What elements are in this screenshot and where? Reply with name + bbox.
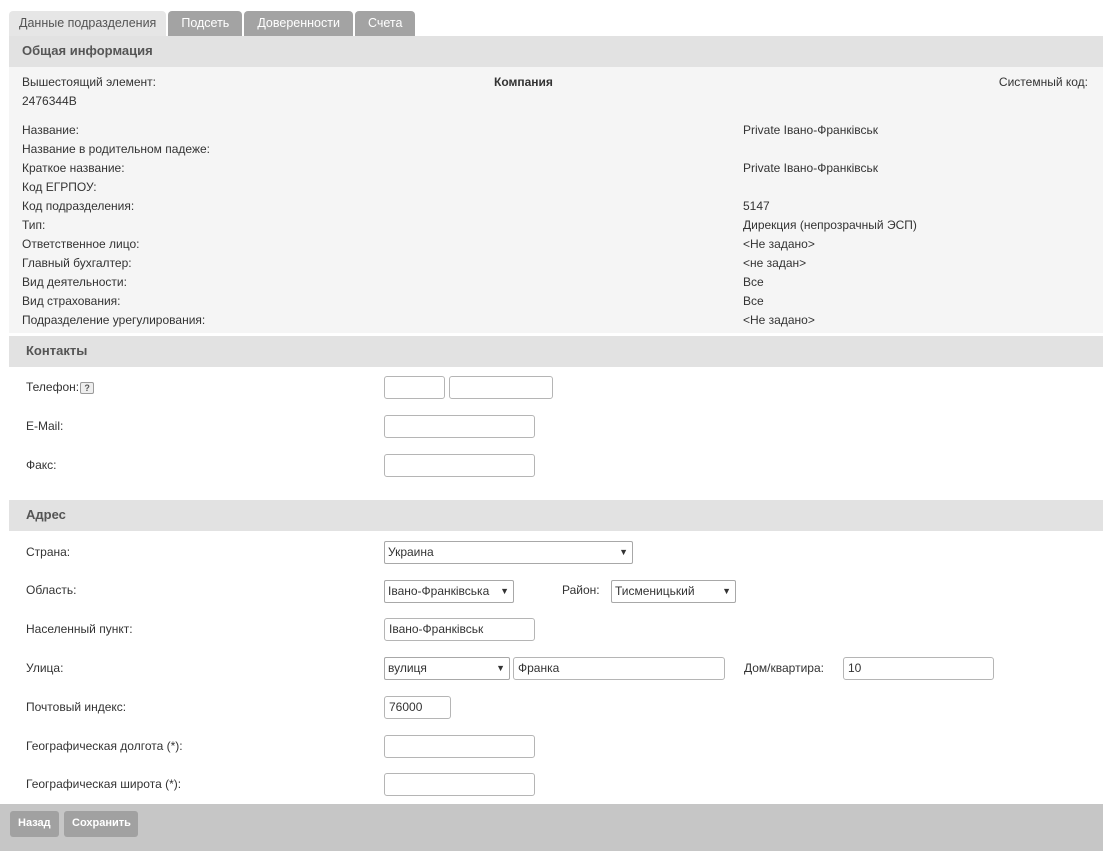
country-label: Страна: (26, 545, 71, 559)
tab-accounts[interactable]: Счета (354, 11, 416, 36)
street-input[interactable]: Франка (513, 657, 725, 680)
info-row-value: 5147 (743, 199, 770, 213)
info-row-label: Название в родительном падеже: (22, 142, 210, 156)
settlement-label: Населенный пункт: (26, 622, 133, 636)
info-row: Подразделение урегулирования: <Не задано> (9, 313, 1103, 332)
info-row-value: Дирекция (непрозрачный ЭСП) (743, 218, 917, 232)
phone-label-text: Телефон: (26, 380, 80, 394)
tab-bar: Данные подразделения Подсеть Доверенност… (9, 11, 416, 36)
contacts-header: Контакты (9, 336, 1103, 367)
footer-bar: Назад Сохранить (0, 804, 1103, 851)
region-select-value: Івано-Франківська (388, 584, 490, 598)
info-row-value: Все (743, 275, 764, 289)
house-label: Дом/квартира: (744, 661, 824, 675)
info-row: Тип: Дирекция (непрозрачный ЭСП) (9, 218, 1103, 237)
info-row-label: Вид деятельности: (22, 275, 127, 289)
street-type-select-value: вулиця (388, 661, 427, 675)
info-row-value: Private Івано-Франківськ (743, 161, 878, 175)
tab-subnet[interactable]: Подсеть (168, 11, 243, 36)
district-label: Район: (562, 583, 600, 597)
country-select-value: Украина (388, 545, 434, 559)
info-row-label: Тип: (22, 218, 46, 232)
general-info-panel: Вышестоящий элемент: 2476344B Компания С… (9, 67, 1103, 333)
fax-input[interactable] (384, 454, 535, 477)
chevron-down-icon: ▼ (619, 547, 628, 557)
tab-unit-data[interactable]: Данные подразделения (9, 11, 167, 36)
longitude-label: Географическая долгота (*): (26, 739, 183, 753)
info-row: Вид страхования: Все (9, 294, 1103, 313)
longitude-input[interactable] (384, 735, 535, 758)
info-row-label: Ответственное лицо: (22, 237, 140, 251)
fax-label: Факс: (26, 458, 57, 472)
system-code-label: Системный код: (998, 75, 1088, 89)
back-button[interactable]: Назад (10, 811, 59, 837)
company-label: Компания (494, 75, 553, 89)
phone-code-input[interactable] (384, 376, 445, 399)
chevron-down-icon: ▼ (500, 586, 509, 596)
info-row-label: Название: (22, 123, 79, 137)
settlement-input[interactable]: Івано-Франківськ (384, 618, 535, 641)
info-row: Краткое название: Private Івано-Франківсь… (9, 161, 1103, 180)
info-row: Вид деятельности: Все (9, 275, 1103, 294)
parent-element-label: Вышестоящий элемент: (22, 75, 156, 89)
general-info-header: Общая информация (9, 36, 1103, 67)
email-label: E-Mail: (26, 419, 64, 433)
info-row-value: Private Івано-Франківськ (743, 123, 878, 137)
street-label: Улица: (26, 661, 64, 675)
region-label: Область: (26, 583, 77, 597)
postal-code-input[interactable]: 76000 (384, 696, 451, 719)
chevron-down-icon: ▼ (496, 663, 505, 673)
email-input[interactable] (384, 415, 535, 438)
tab-powers-of-attorney[interactable]: Доверенности (244, 11, 353, 36)
info-row: Название в родительном падеже: (9, 142, 1103, 161)
info-row-label: Подразделение урегулирования: (22, 313, 206, 327)
district-select-value: Тисменицький (615, 584, 695, 598)
house-input[interactable]: 10 (843, 657, 994, 680)
info-row: Ответственное лицо: <Не задано> (9, 237, 1103, 256)
info-row: Название: Private Івано-Франківськ (9, 123, 1103, 142)
info-row-value: <Не задано> (743, 313, 815, 327)
info-row-label: Вид страхования: (22, 294, 121, 308)
info-row-label: Краткое название: (22, 161, 125, 175)
district-select[interactable]: Тисменицький ▼ (611, 580, 736, 603)
region-select[interactable]: Івано-Франківська ▼ (384, 580, 514, 603)
info-row-label: Главный бухгалтер: (22, 256, 132, 270)
parent-element-value: 2476344B (22, 94, 77, 108)
address-header: Адрес (9, 500, 1103, 531)
street-type-select[interactable]: вулиця ▼ (384, 657, 510, 680)
country-select[interactable]: Украина ▼ (384, 541, 633, 564)
latitude-label: Географическая широта (*): (26, 777, 182, 791)
info-row-label: Код подразделения: (22, 199, 135, 213)
info-row-value: <Не задано> (743, 237, 815, 251)
info-row-value: Все (743, 294, 764, 308)
info-row-label: Код ЕГРПОУ: (22, 180, 97, 194)
postal-code-label: Почтовый индекс: (26, 700, 127, 714)
info-row: Код подразделения: 5147 (9, 199, 1103, 218)
info-row: Главный бухгалтер: <не задан> (9, 256, 1103, 275)
phone-label: Телефон:? (26, 380, 95, 394)
phone-number-input[interactable] (449, 376, 553, 399)
latitude-input[interactable] (384, 773, 535, 796)
save-button[interactable]: Сохранить (64, 811, 138, 837)
info-row-value: <не задан> (743, 256, 807, 270)
chevron-down-icon: ▼ (722, 586, 731, 596)
help-icon[interactable]: ? (80, 381, 95, 394)
info-row: Код ЕГРПОУ: (9, 180, 1103, 199)
